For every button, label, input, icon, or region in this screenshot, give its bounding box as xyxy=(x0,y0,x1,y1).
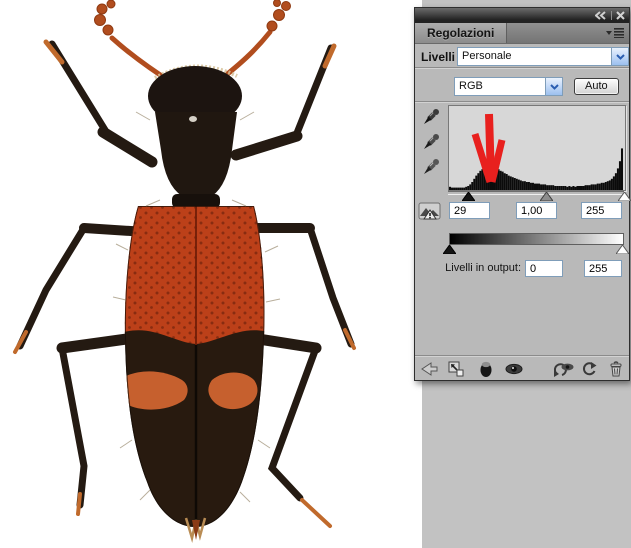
collapse-to-icons-icon[interactable] xyxy=(595,10,607,21)
panel-titlebar xyxy=(415,8,629,23)
tab-label: Regolazioni xyxy=(427,26,494,40)
gamma-input[interactable] xyxy=(516,202,557,219)
auto-button[interactable]: Auto xyxy=(574,78,619,95)
screenshot: Regolazioni Livelli Personale RGB xyxy=(0,0,631,548)
panel-toolbar xyxy=(415,358,629,379)
beetle-illustration xyxy=(0,0,422,548)
shadow-slider[interactable] xyxy=(462,192,475,201)
toggle-visibility-icon[interactable] xyxy=(504,359,524,378)
uncached-histogram-warning-icon[interactable] xyxy=(418,202,442,224)
output-gradient-bar xyxy=(449,233,624,245)
histogram-display xyxy=(448,105,626,191)
midtone-slider[interactable] xyxy=(540,192,553,201)
output-white-slider[interactable] xyxy=(616,245,629,254)
output-white-input[interactable] xyxy=(584,260,622,277)
output-sliders xyxy=(449,245,622,255)
titlebar-separator xyxy=(611,11,612,20)
preset-combobox[interactable]: Personale xyxy=(457,47,629,66)
tab-bar-spacer xyxy=(507,23,601,43)
white-point-eyedropper-icon[interactable] xyxy=(421,157,441,177)
highlight-slider[interactable] xyxy=(618,192,631,201)
levels-adjustment: Livelli Personale RGB Auto xyxy=(415,44,629,379)
adjustment-title: Livelli xyxy=(421,50,455,64)
output-levels-label: Livelli in output: xyxy=(415,262,521,274)
close-icon[interactable] xyxy=(616,10,625,21)
channel-combobox[interactable]: RGB xyxy=(454,77,563,96)
gray-point-eyedropper-icon[interactable] xyxy=(421,132,441,152)
back-to-adjustment-list-icon[interactable] xyxy=(419,359,439,378)
adjustments-panel: Regolazioni Livelli Personale RGB xyxy=(414,7,630,381)
expanded-view-icon[interactable] xyxy=(446,359,466,378)
delete-adjustment-icon[interactable] xyxy=(606,359,626,378)
preset-value: Personale xyxy=(458,48,611,65)
reset-adjustment-icon[interactable] xyxy=(579,359,599,378)
channel-value: RGB xyxy=(455,78,545,95)
view-previous-state-icon[interactable] xyxy=(551,359,575,378)
panel-tab-bar: Regolazioni xyxy=(415,23,629,44)
red-arrow-annotation xyxy=(457,108,507,188)
tab-regolazioni[interactable]: Regolazioni xyxy=(415,23,507,43)
panel-menu-icon[interactable] xyxy=(601,23,629,43)
divider xyxy=(415,67,629,69)
shadow-input[interactable] xyxy=(449,202,490,219)
output-black-slider[interactable] xyxy=(443,245,456,254)
chevron-down-icon[interactable] xyxy=(611,48,628,65)
highlight-input[interactable] xyxy=(581,202,622,219)
black-point-eyedropper-icon[interactable] xyxy=(421,107,441,127)
input-sliders xyxy=(448,192,624,202)
output-black-input[interactable] xyxy=(525,260,563,277)
beetle-photo xyxy=(0,0,422,548)
divider xyxy=(415,355,629,357)
clip-to-layer-icon[interactable] xyxy=(476,359,496,378)
chevron-down-icon[interactable] xyxy=(545,78,562,95)
divider xyxy=(415,101,629,103)
